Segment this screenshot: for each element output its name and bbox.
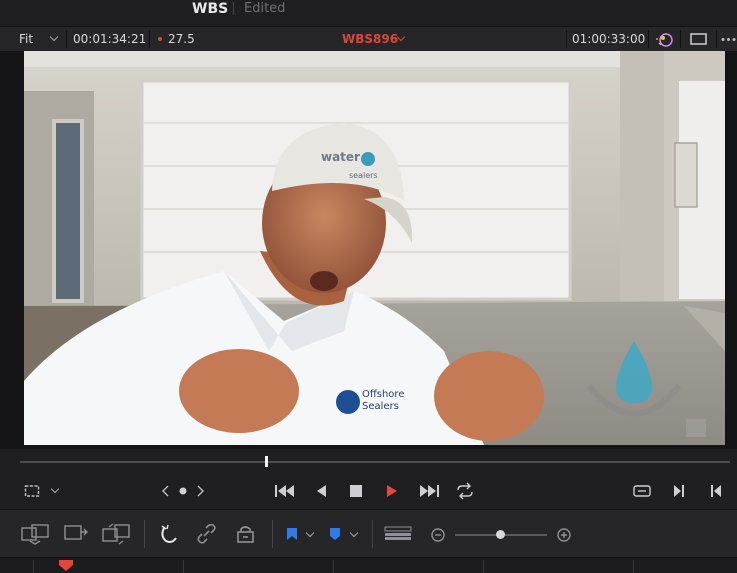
playhead[interactable]: [265, 456, 268, 467]
chevron-down-icon[interactable]: [349, 528, 359, 538]
snapping-icon[interactable]: [158, 524, 180, 544]
overwrite-clip-icon[interactable]: [62, 523, 90, 545]
divider: [716, 30, 717, 48]
divider: [372, 520, 373, 548]
shirt-logo-text: Offshore: [362, 389, 404, 400]
divider: [680, 30, 681, 48]
ruler-tick: [483, 560, 484, 573]
divider: [66, 30, 67, 48]
record-dot-icon: [158, 37, 162, 41]
lock-icon[interactable]: [235, 524, 257, 544]
cap-logo-text: water: [321, 150, 360, 164]
loop-icon[interactable]: [455, 482, 475, 500]
color-effects-icon[interactable]: [655, 30, 675, 48]
zoom-in-icon[interactable]: [556, 527, 572, 543]
track-height-icon[interactable]: [384, 526, 412, 542]
frame-options-icon[interactable]: [24, 484, 40, 498]
source-timecode: 00:01:34:21: [73, 32, 147, 46]
shirt-logo-subtext: Sealers: [362, 401, 399, 412]
flag-icon[interactable]: [285, 526, 299, 542]
replace-clip-icon[interactable]: [101, 523, 133, 545]
divider: [272, 520, 273, 548]
viewer-header: Fit 00:01:34:21 27.5 WBS896 01:00:33:00: [0, 26, 737, 52]
record-timecode: 01:00:33:00: [572, 32, 646, 46]
play-icon[interactable]: [385, 483, 399, 499]
chevron-down-icon[interactable]: [50, 484, 60, 494]
previous-clip-icon[interactable]: [709, 483, 723, 499]
edit-status: Edited: [244, 1, 286, 16]
edit-toolbar: [0, 510, 737, 557]
title-bar: WBS Edited: [0, 0, 737, 24]
skip-to-end-icon[interactable]: [418, 483, 440, 499]
chevron-down-icon[interactable]: [49, 32, 59, 42]
ruler-tick: [33, 560, 34, 573]
chevron-down-icon[interactable]: [305, 528, 315, 538]
skip-to-start-icon[interactable]: [274, 483, 296, 499]
more-options-icon[interactable]: [720, 37, 737, 42]
timeline-ruler[interactable]: [0, 557, 737, 573]
zoom-out-icon[interactable]: [430, 527, 446, 543]
next-clip-icon[interactable]: [672, 483, 686, 499]
match-frame-icon[interactable]: [632, 483, 652, 499]
frame-rate: 27.5: [168, 32, 195, 46]
zoom-slider-handle[interactable]: [496, 530, 505, 539]
scrubber-track[interactable]: [20, 461, 730, 463]
stop-icon[interactable]: [349, 484, 363, 498]
divider: [144, 520, 145, 548]
timeline-playhead-marker[interactable]: [58, 559, 74, 572]
viewer-mode-icon[interactable]: [690, 33, 708, 45]
play-reverse-icon[interactable]: [314, 483, 328, 499]
ruler-tick: [183, 560, 184, 573]
ruler-tick: [333, 560, 334, 573]
divider: [648, 30, 649, 48]
project-title: WBS: [192, 1, 229, 17]
zoom-dropdown-label[interactable]: Fit: [19, 27, 33, 51]
insert-clip-icon[interactable]: [20, 523, 52, 545]
divider: [566, 30, 567, 48]
marker-icon[interactable]: [328, 526, 342, 542]
transport-controls: [0, 473, 737, 509]
jog-icon[interactable]: [160, 484, 206, 498]
ruler-tick: [633, 560, 634, 573]
link-icon[interactable]: [196, 524, 218, 544]
title-divider: [233, 2, 234, 15]
cap-logo-subtext: sealers: [349, 171, 378, 180]
clip-name[interactable]: WBS896: [342, 27, 398, 51]
video-frame[interactable]: water sealers Offshore Sealers: [24, 51, 725, 445]
divider: [149, 30, 150, 48]
